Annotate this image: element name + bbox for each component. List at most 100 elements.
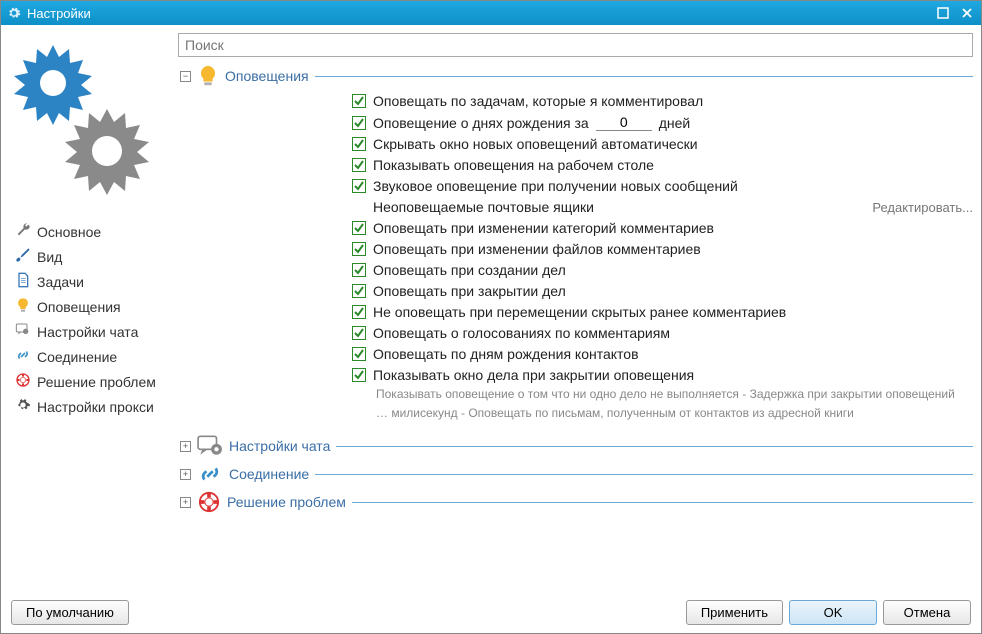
option-label-pre: Оповещение о днях рождения за xyxy=(373,115,589,131)
section-notifications: − Оповещения Оповещать по задачам, котор… xyxy=(180,65,973,429)
close-button[interactable] xyxy=(959,5,975,21)
option-label: Оповещать при закрытии дел xyxy=(373,283,566,299)
window-title: Настройки xyxy=(27,6,935,21)
checkbox[interactable] xyxy=(352,368,366,382)
sidebar-item-connection[interactable]: Соединение xyxy=(11,345,176,368)
wrench-icon xyxy=(15,222,31,241)
sidebar-item-view[interactable]: Вид xyxy=(11,245,176,268)
option-row: Скрывать окно новых оповещений автоматич… xyxy=(352,136,973,152)
checkbox[interactable] xyxy=(352,284,366,298)
sidebar-item-notifications[interactable]: Оповещения xyxy=(11,295,176,318)
checkbox[interactable] xyxy=(352,242,366,256)
option-label: Оповещать при создании дел xyxy=(373,262,566,278)
option-label: Оповещать по дням рождения контактов xyxy=(373,346,639,362)
option-label-post: дней xyxy=(659,115,691,131)
sidebar-item-tasks[interactable]: Задачи xyxy=(11,270,176,293)
collapse-toggle[interactable]: − xyxy=(180,71,191,82)
sidebar-item-label: Настройки прокси xyxy=(37,399,154,415)
link-icon xyxy=(15,347,31,366)
maximize-button[interactable] xyxy=(935,5,951,21)
chat-icon xyxy=(15,322,31,341)
option-row: Оповещать по дням рождения контактов xyxy=(352,346,973,362)
option-label: Оповещать о голосованиях по комментариям xyxy=(373,325,670,341)
checkbox[interactable] xyxy=(352,347,366,361)
settings-logo xyxy=(11,33,176,220)
checkbox[interactable] xyxy=(352,179,366,193)
option-label: Оповещать при изменении файлов комментар… xyxy=(373,241,701,257)
option-row: Оповещать при изменении категорий коммен… xyxy=(352,220,973,236)
option-label: Не оповещать при перемещении скрытых ран… xyxy=(373,304,786,320)
option-row: Оповещать по задачам, которые я комменти… xyxy=(352,93,973,109)
option-row: Неоповещаемые почтовые ящики Редактирова… xyxy=(352,199,973,215)
chat-icon xyxy=(197,435,223,457)
link-icon xyxy=(197,463,223,485)
sidebar-item-label: Оповещения xyxy=(37,299,121,315)
titlebar: Настройки xyxy=(1,1,981,25)
divider xyxy=(336,446,973,447)
section-chat: + Настройки чата xyxy=(180,435,973,457)
main-panel: − Оповещения Оповещать по задачам, котор… xyxy=(176,25,981,592)
bulb-icon xyxy=(15,297,31,316)
checkbox[interactable] xyxy=(352,326,366,340)
sidebar-item-general[interactable]: Основное xyxy=(11,220,176,243)
option-row: Оповещать о голосованиях по комментариям xyxy=(352,325,973,341)
expand-toggle[interactable]: + xyxy=(180,469,191,480)
section-title: Решение проблем xyxy=(227,494,346,510)
option-row: Оповещать при закрытии дел xyxy=(352,283,973,299)
footer: По умолчанию Применить OK Отмена xyxy=(1,592,981,633)
document-icon xyxy=(15,272,31,291)
lifebuoy-icon xyxy=(15,372,31,391)
sidebar-item-label: Вид xyxy=(37,249,62,265)
option-label: Скрывать окно новых оповещений автоматич… xyxy=(373,136,698,152)
option-label: Звуковое оповещение при получении новых … xyxy=(373,178,738,194)
section-description: Показывать оповещение о том что ни одно … xyxy=(180,383,973,429)
option-label: Оповещать по задачам, которые я комменти… xyxy=(373,93,703,109)
option-label: Неоповещаемые почтовые ящики xyxy=(373,199,594,215)
option-row: Оповещение о днях рождения за дней xyxy=(352,114,973,131)
ok-button[interactable]: OK xyxy=(789,600,877,625)
lifebuoy-icon xyxy=(197,491,221,513)
gear-icon xyxy=(7,6,21,20)
section-title: Оповещения xyxy=(225,68,309,84)
search-input[interactable] xyxy=(178,33,973,57)
default-button[interactable]: По умолчанию xyxy=(11,600,129,625)
option-row: Показывать окно дела при закрытии оповещ… xyxy=(352,367,973,383)
checkbox[interactable] xyxy=(352,116,366,130)
checkbox[interactable] xyxy=(352,158,366,172)
option-row: Показывать оповещения на рабочем столе xyxy=(352,157,973,173)
expand-toggle[interactable]: + xyxy=(180,497,191,508)
section-connection: + Соединение xyxy=(180,463,973,485)
checkbox[interactable] xyxy=(352,137,366,151)
sidebar-item-label: Соединение xyxy=(37,349,117,365)
option-label: Показывать окно дела при закрытии оповещ… xyxy=(373,367,694,383)
divider xyxy=(352,502,973,503)
sidebar-item-label: Задачи xyxy=(37,274,84,290)
option-row: Звуковое оповещение при получении новых … xyxy=(352,178,973,194)
gear-icon xyxy=(15,397,31,416)
checkbox[interactable] xyxy=(352,94,366,108)
option-row: Не оповещать при перемещении скрытых ран… xyxy=(352,304,973,320)
brush-icon xyxy=(15,247,31,266)
divider xyxy=(315,76,973,77)
content-scroll[interactable]: − Оповещения Оповещать по задачам, котор… xyxy=(178,61,973,592)
apply-button[interactable]: Применить xyxy=(686,600,783,625)
checkbox[interactable] xyxy=(352,263,366,277)
section-title: Настройки чата xyxy=(229,438,330,454)
checkbox[interactable] xyxy=(352,305,366,319)
section-title: Соединение xyxy=(229,466,309,482)
bulb-icon xyxy=(197,65,219,87)
divider xyxy=(315,474,973,475)
cancel-button[interactable]: Отмена xyxy=(883,600,971,625)
option-row: Оповещать при изменении файлов комментар… xyxy=(352,241,973,257)
option-label: Оповещать при изменении категорий коммен… xyxy=(373,220,714,236)
sidebar-item-proxy[interactable]: Настройки прокси xyxy=(11,395,176,418)
sidebar-item-label: Настройки чата xyxy=(37,324,138,340)
section-troubleshoot: + Решение проблем xyxy=(180,491,973,513)
sidebar-item-troubleshoot[interactable]: Решение проблем xyxy=(11,370,176,393)
edit-link[interactable]: Редактировать... xyxy=(872,200,973,215)
birthday-days-input[interactable] xyxy=(596,114,652,131)
sidebar: Основное Вид Задачи Оповещения Настройки… xyxy=(1,25,176,592)
expand-toggle[interactable]: + xyxy=(180,441,191,452)
checkbox[interactable] xyxy=(352,221,366,235)
sidebar-item-chat-settings[interactable]: Настройки чата xyxy=(11,320,176,343)
